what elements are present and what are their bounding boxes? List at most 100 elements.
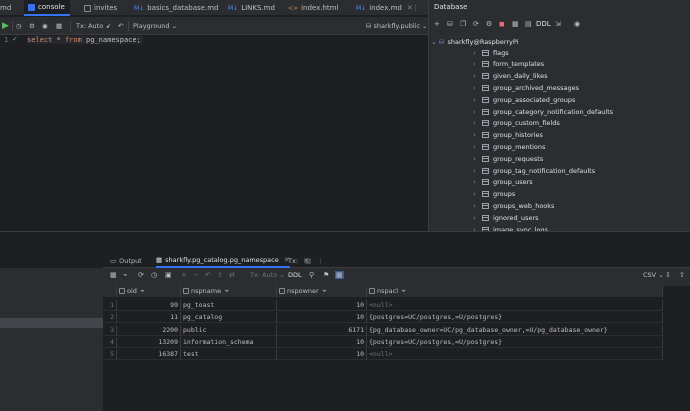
table-tree-item[interactable]: › group_associated_groups [473, 94, 575, 105]
cell-nspowner[interactable]: 10 [277, 349, 367, 361]
toggle-icon[interactable]: ▦ [335, 271, 344, 279]
tab-md[interactable]: md [0, 0, 15, 16]
cell-nspowner[interactable]: 10 [277, 312, 367, 324]
more-icon[interactable]: ⋮ [317, 253, 324, 268]
tree-root[interactable]: ⌄ ⛁ sharkfly@RaspberryPi [429, 36, 518, 47]
cell-nspacl[interactable]: {pg_database_owner=UC/pg_database_owner,… [367, 324, 663, 336]
console-icon[interactable]: ▤ [525, 20, 532, 28]
cell-oid[interactable]: 13209 [117, 336, 181, 348]
chevron-right-icon[interactable]: › [473, 119, 478, 127]
table-tree-item[interactable]: › group_requests [473, 153, 543, 164]
cell-nspname[interactable]: pg_toast [181, 300, 277, 311]
tab-basics-database[interactable]: M↓ basics_database.md [130, 0, 222, 16]
table-tree-item[interactable]: › given_daily_likes [473, 71, 548, 82]
table-tree-item[interactable]: › form_templates [473, 59, 544, 70]
filter-icon[interactable]: ⏷ [322, 287, 327, 295]
cell-nspname[interactable]: information_schema [181, 336, 277, 348]
chart-icon[interactable]: ⌁ [123, 271, 127, 279]
stop-icon[interactable]: ▣ [165, 271, 172, 279]
cell-oid[interactable]: 11 [117, 312, 181, 324]
cell-nspname[interactable]: public [181, 324, 277, 336]
chevron-right-icon[interactable]: › [473, 202, 478, 210]
table-tree-item[interactable]: › flags [473, 47, 509, 58]
chevron-right-icon[interactable]: › [473, 131, 478, 139]
properties-icon[interactable]: ⚙ [486, 20, 492, 28]
table-tree-item[interactable]: › groups_web_hooks [473, 200, 554, 211]
rollback-icon[interactable]: ↶ [118, 20, 123, 32]
stop-icon[interactable]: ◉ [42, 20, 48, 32]
column-header-nspname[interactable]: nspname ⏷ [181, 286, 277, 297]
chevron-right-icon[interactable]: › [473, 155, 478, 163]
tab-result[interactable]: ▦ sharkfly.pg_catalog.pg_namespace ✕ [156, 253, 290, 268]
column-header-oid[interactable]: oid ⏷ [117, 286, 181, 297]
cell-nspname[interactable]: test [181, 349, 277, 361]
chevron-right-icon[interactable]: › [473, 84, 478, 92]
ddl-button[interactable]: DDL [288, 271, 302, 279]
search-icon[interactable]: ⚲ [309, 271, 314, 279]
table-row[interactable]: 1 99 pg_toast 10 <null> [103, 300, 663, 311]
revert-icon[interactable]: ↶ [205, 271, 211, 279]
cell-nspowner[interactable]: 6171 [277, 324, 367, 336]
cell-nspacl[interactable]: {postgres=UC/postgres,=U/postgres} [367, 312, 663, 324]
run-icon[interactable]: ▶ [2, 20, 9, 32]
chevron-right-icon[interactable]: › [473, 167, 478, 175]
table-tree-item[interactable]: › group_category_notification_defaults [473, 106, 613, 117]
tab-invites[interactable]: invites [80, 0, 121, 16]
playground-dropdown[interactable]: Playground ⌄ [133, 20, 177, 32]
cell-nspacl[interactable]: <null> [367, 349, 663, 361]
cell-nspacl[interactable]: <null> [367, 300, 663, 311]
chevron-right-icon[interactable]: › [473, 108, 478, 116]
table-row[interactable]: 4 13209 information_schema 10 {postgres=UC/p… [103, 336, 663, 348]
cell-oid[interactable]: 2200 [117, 324, 181, 336]
column-header-nspacl[interactable]: nspacl ⏷ [367, 286, 663, 297]
filter-icon[interactable]: ⚑ [323, 271, 329, 279]
copy-icon[interactable]: ❐ [460, 20, 466, 28]
history-icon[interactable]: ◷ [16, 20, 22, 32]
history-icon[interactable]: ◷ [151, 271, 157, 279]
more-tabs-icon[interactable]: ⋮ [408, 0, 423, 16]
table-tree-item[interactable]: › group_custom_fields [473, 118, 560, 129]
add-row-icon[interactable]: + [181, 271, 187, 279]
table-tree-item[interactable]: › ignored_users [473, 212, 539, 223]
code-editor[interactable]: 1 ✓ select * from pg_namespace; [0, 35, 428, 231]
tab-console[interactable]: console [24, 0, 70, 16]
chevron-down-icon[interactable]: ⌄ [431, 38, 437, 46]
filter-icon[interactable]: ⏷ [140, 287, 145, 295]
table-row[interactable]: 5 16387 test 10 <null> [103, 349, 663, 361]
submit-icon[interactable]: ⇧ [217, 271, 223, 279]
remove-row-icon[interactable]: − [193, 271, 199, 279]
tab-index-html[interactable]: <> index.html [284, 0, 342, 16]
chevron-right-icon[interactable]: › [473, 72, 478, 80]
filter-icon[interactable]: ⏷ [401, 287, 406, 295]
tab-output[interactable]: ▭ Output [110, 253, 142, 268]
cell-nspowner[interactable]: 10 [277, 336, 367, 348]
services-tree-selected-row[interactable] [0, 318, 103, 328]
table-view-icon[interactable]: ▦ [512, 20, 519, 28]
tab-links[interactable]: M↓ LINKS.md [224, 0, 279, 16]
filter-icon[interactable]: ⏷ [224, 287, 229, 295]
chevron-right-icon[interactable]: › [473, 143, 478, 151]
settings-icon[interactable]: ⚙ [29, 20, 35, 32]
disconnect-icon[interactable]: ◼ [499, 20, 505, 28]
cell-nspowner[interactable]: 10 [277, 300, 367, 311]
refresh-icon[interactable]: ⟳ [138, 271, 144, 279]
table-tree-item[interactable]: › group_archived_messages [473, 82, 579, 93]
results-grid-icon[interactable]: ▦ [56, 20, 62, 32]
data-source-icon[interactable]: ⛁ [447, 20, 453, 28]
commit-icon[interactable]: ✓ [106, 20, 111, 32]
cell-oid[interactable]: 16387 [117, 349, 181, 361]
chevron-right-icon[interactable]: › [473, 60, 478, 68]
compare-icon[interactable]: ⇄ [229, 271, 235, 279]
tx-mode-dropdown[interactable]: Tx: Auto ⌄ [250, 271, 285, 279]
ddl-button[interactable]: DDL [536, 20, 551, 28]
cell-nspacl[interactable]: {postgres=UC/postgres,=U/postgres} [367, 336, 663, 348]
table-row[interactable]: 3 2200 public 6171 {pg_database_owner=UC/pg_… [103, 324, 663, 336]
column-header-nspowner[interactable]: nspowner ⏷ [277, 286, 367, 297]
cell-nspname[interactable]: pg_catalog [181, 312, 277, 324]
schema-selector[interactable]: ⛁ sharkfly.public ⌄ [366, 20, 427, 32]
export-format-dropdown[interactable]: CSV ⌄ [643, 271, 664, 279]
table-tree-item[interactable]: › group_histories [473, 130, 543, 141]
table-tree-item[interactable]: › group_users [473, 177, 533, 188]
jump-icon[interactable]: ⇲ [555, 20, 561, 28]
table-tree-item[interactable]: › image_sync_logs [473, 224, 548, 231]
